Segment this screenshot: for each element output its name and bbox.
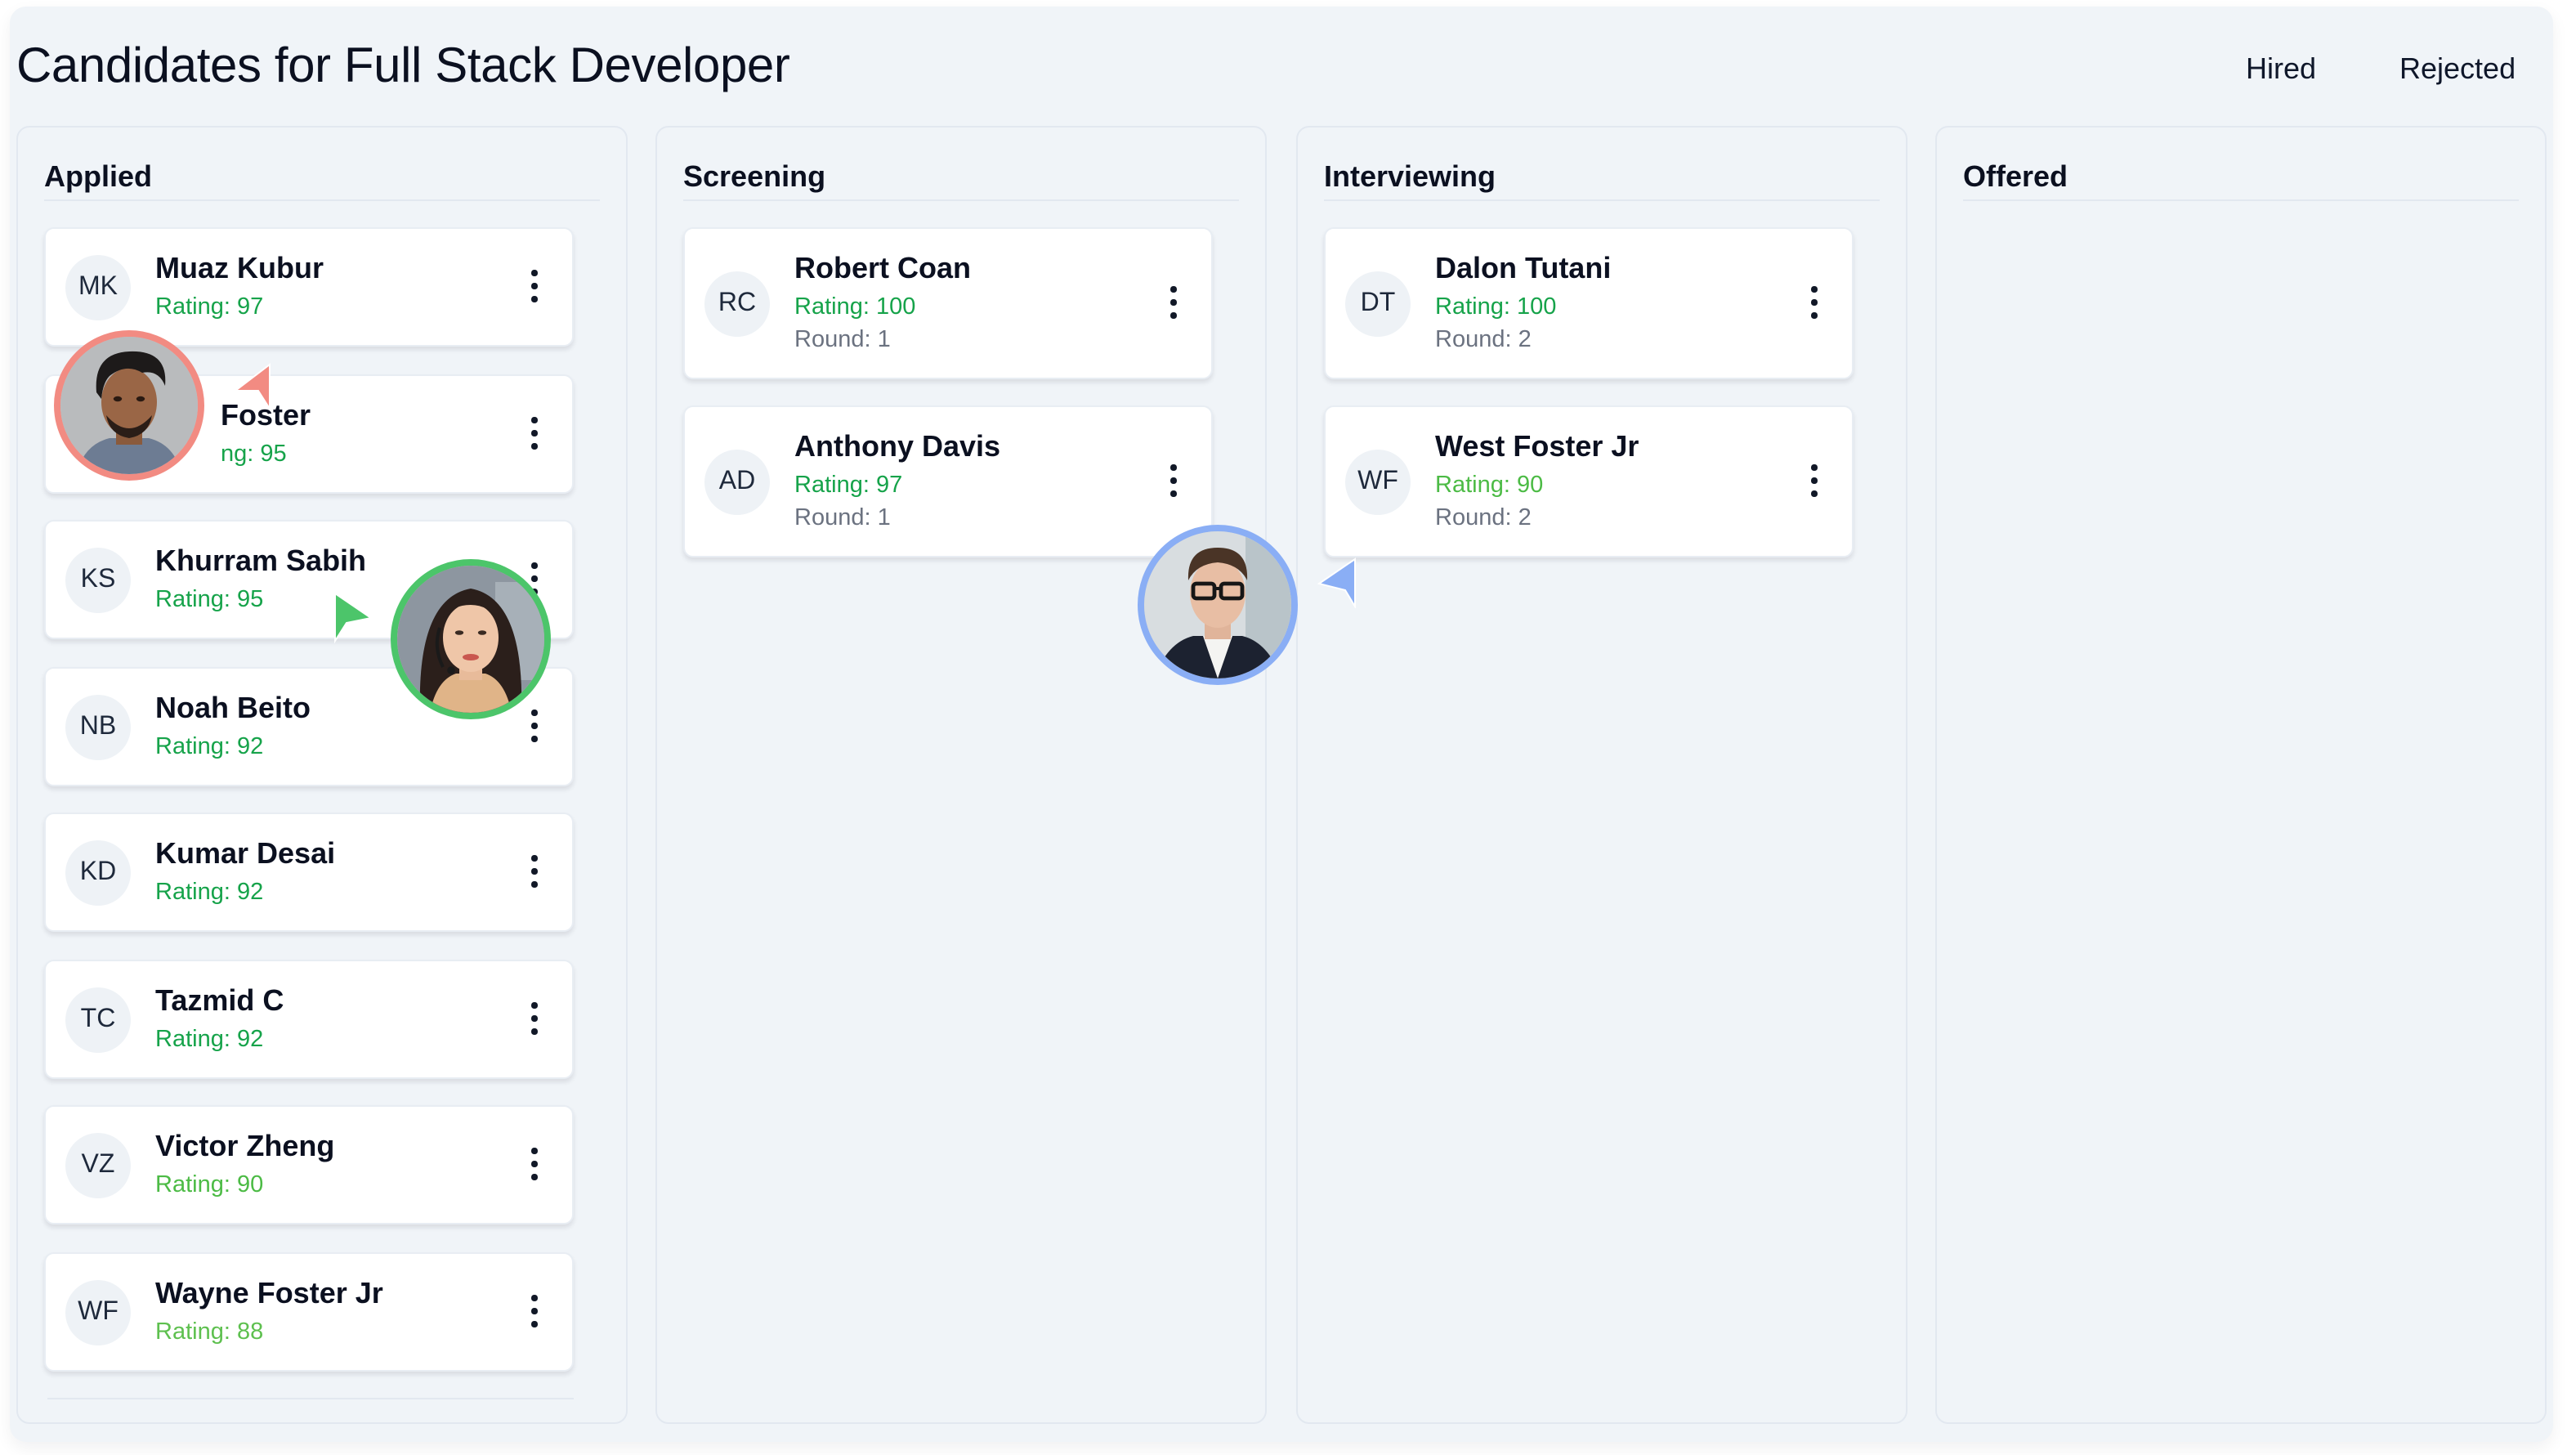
more-options-icon[interactable] [1165,286,1182,319]
column-divider [44,199,600,201]
collaborator-green-avatar [391,559,551,719]
column-divider [1324,199,1880,201]
candidate-rating: Rating: 92 [155,1027,264,1053]
column-applied: Applied MK Muaz Kubur Rating: 97 Foster … [16,126,628,1424]
candidate-name: Khurram Sabih [155,544,367,577]
more-options-icon[interactable] [526,1295,543,1327]
more-options-icon[interactable] [1165,464,1182,497]
column-interviewing: Interviewing DT Dalon Tutani Rating: 100… [1296,126,1907,1424]
collaborator-blue-cursor-icon [1317,557,1356,608]
candidate-name: West Foster Jr [1435,430,1639,463]
avatar: WF [65,1280,131,1345]
more-options-icon[interactable] [526,1148,543,1180]
avatar: KD [65,840,131,906]
candidate-rating: Rating: 97 [794,472,903,499]
candidate-rating: Rating: 90 [155,1172,264,1198]
candidate-rating: Rating: 97 [155,294,264,320]
candidate-name: Dalon Tutani [1435,252,1612,284]
candidate-card[interactable]: MK Muaz Kubur Rating: 97 [44,227,574,347]
collaborator-red-avatar [54,330,204,481]
candidate-name: Kumar Desai [155,837,336,870]
candidate-card[interactable]: VZ Victor Zheng Rating: 90 [44,1105,574,1224]
collaborator-green-cursor-icon [334,592,373,644]
candidate-card[interactable]: KD Kumar Desai Rating: 92 [44,813,574,932]
avatar: WF [1345,450,1411,515]
candidate-rating: Rating: 88 [155,1319,264,1345]
candidate-rating: ng: 95 [221,441,287,468]
person-photo-icon [397,566,544,713]
candidate-rating: Rating: 95 [155,587,264,613]
more-options-icon[interactable] [526,855,543,888]
column-divider [683,199,1239,201]
candidate-rating: Rating: 90 [1435,472,1544,499]
candidate-name: Noah Beito [155,692,311,724]
candidate-card[interactable]: RC Robert Coan Rating: 100 Round: 1 [683,227,1213,379]
candidate-card[interactable]: WF Wayne Foster Jr Rating: 88 [44,1252,574,1372]
candidate-round: Round: 2 [1435,505,1532,531]
app-stage: Candidates for Full Stack Developer Hire… [0,0,2576,1455]
more-options-icon[interactable] [526,710,543,742]
candidate-card[interactable]: DT Dalon Tutani Rating: 100 Round: 2 [1324,227,1854,379]
avatar: RC [704,271,770,337]
candidate-name: Tazmid C [155,984,284,1017]
avatar: NB [65,695,131,760]
candidate-round: Round: 1 [794,327,891,353]
column-offered: Offered [1935,126,2547,1424]
more-options-icon[interactable] [526,417,543,450]
more-options-icon[interactable] [526,270,543,302]
column-title: Applied [44,160,152,193]
column-title: Interviewing [1324,160,1496,193]
person-photo-icon [1144,531,1291,678]
column-divider [47,1398,574,1399]
avatar: DT [1345,271,1411,337]
rejected-link[interactable]: Rejected [2399,52,2516,87]
candidate-rating: Rating: 92 [155,734,264,760]
collaborator-red-cursor-icon [234,363,271,412]
collaborator-blue-avatar [1138,525,1298,685]
candidate-rating: Rating: 92 [155,880,264,906]
avatar: KS [65,548,131,613]
candidate-round: Round: 1 [794,505,891,531]
person-photo-icon [60,337,198,474]
candidate-name: Anthony Davis [794,430,1001,463]
avatar: AD [704,450,770,515]
more-options-icon[interactable] [1806,464,1822,497]
column-title: Offered [1963,160,2068,193]
candidate-card[interactable]: TC Tazmid C Rating: 92 [44,960,574,1079]
candidate-card[interactable]: AD Anthony Davis Rating: 97 Round: 1 [683,405,1213,557]
column-divider [1963,199,2519,201]
candidate-rating: Rating: 100 [794,294,916,320]
candidate-name: Muaz Kubur [155,252,324,284]
column-screening: Screening RC Robert Coan Rating: 100 Rou… [655,126,1267,1424]
avatar: VZ [65,1133,131,1198]
candidate-rating: Rating: 100 [1435,294,1557,320]
hired-link[interactable]: Hired [2246,52,2316,87]
candidate-name: Wayne Foster Jr [155,1277,383,1310]
candidate-name: Victor Zheng [155,1130,335,1162]
avatar: MK [65,255,131,320]
avatar: TC [65,987,131,1053]
candidate-round: Round: 2 [1435,327,1532,353]
candidate-card[interactable]: WF West Foster Jr Rating: 90 Round: 2 [1324,405,1854,557]
more-options-icon[interactable] [1806,286,1822,319]
page-title: Candidates for Full Stack Developer [16,39,790,93]
more-options-icon[interactable] [526,1002,543,1035]
column-title: Screening [683,160,826,193]
candidate-name: Robert Coan [794,252,971,284]
